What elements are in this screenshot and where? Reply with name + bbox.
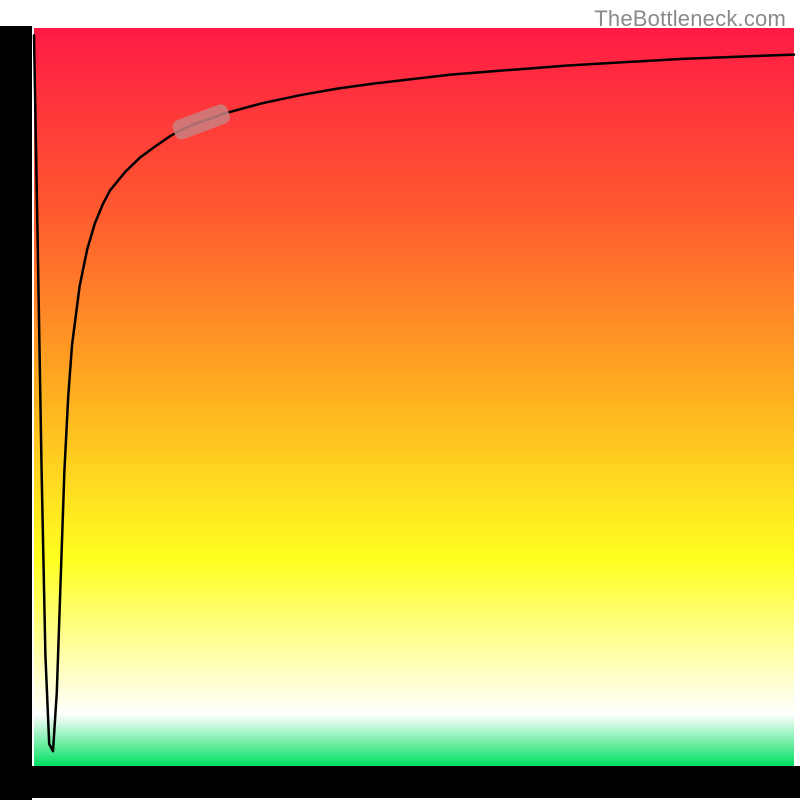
watermark-text: TheBottleneck.com	[594, 6, 786, 32]
plot-background	[34, 28, 794, 766]
x-axis-bar	[0, 766, 800, 798]
y-axis-bar	[0, 26, 32, 800]
bottleneck-chart	[0, 0, 800, 800]
